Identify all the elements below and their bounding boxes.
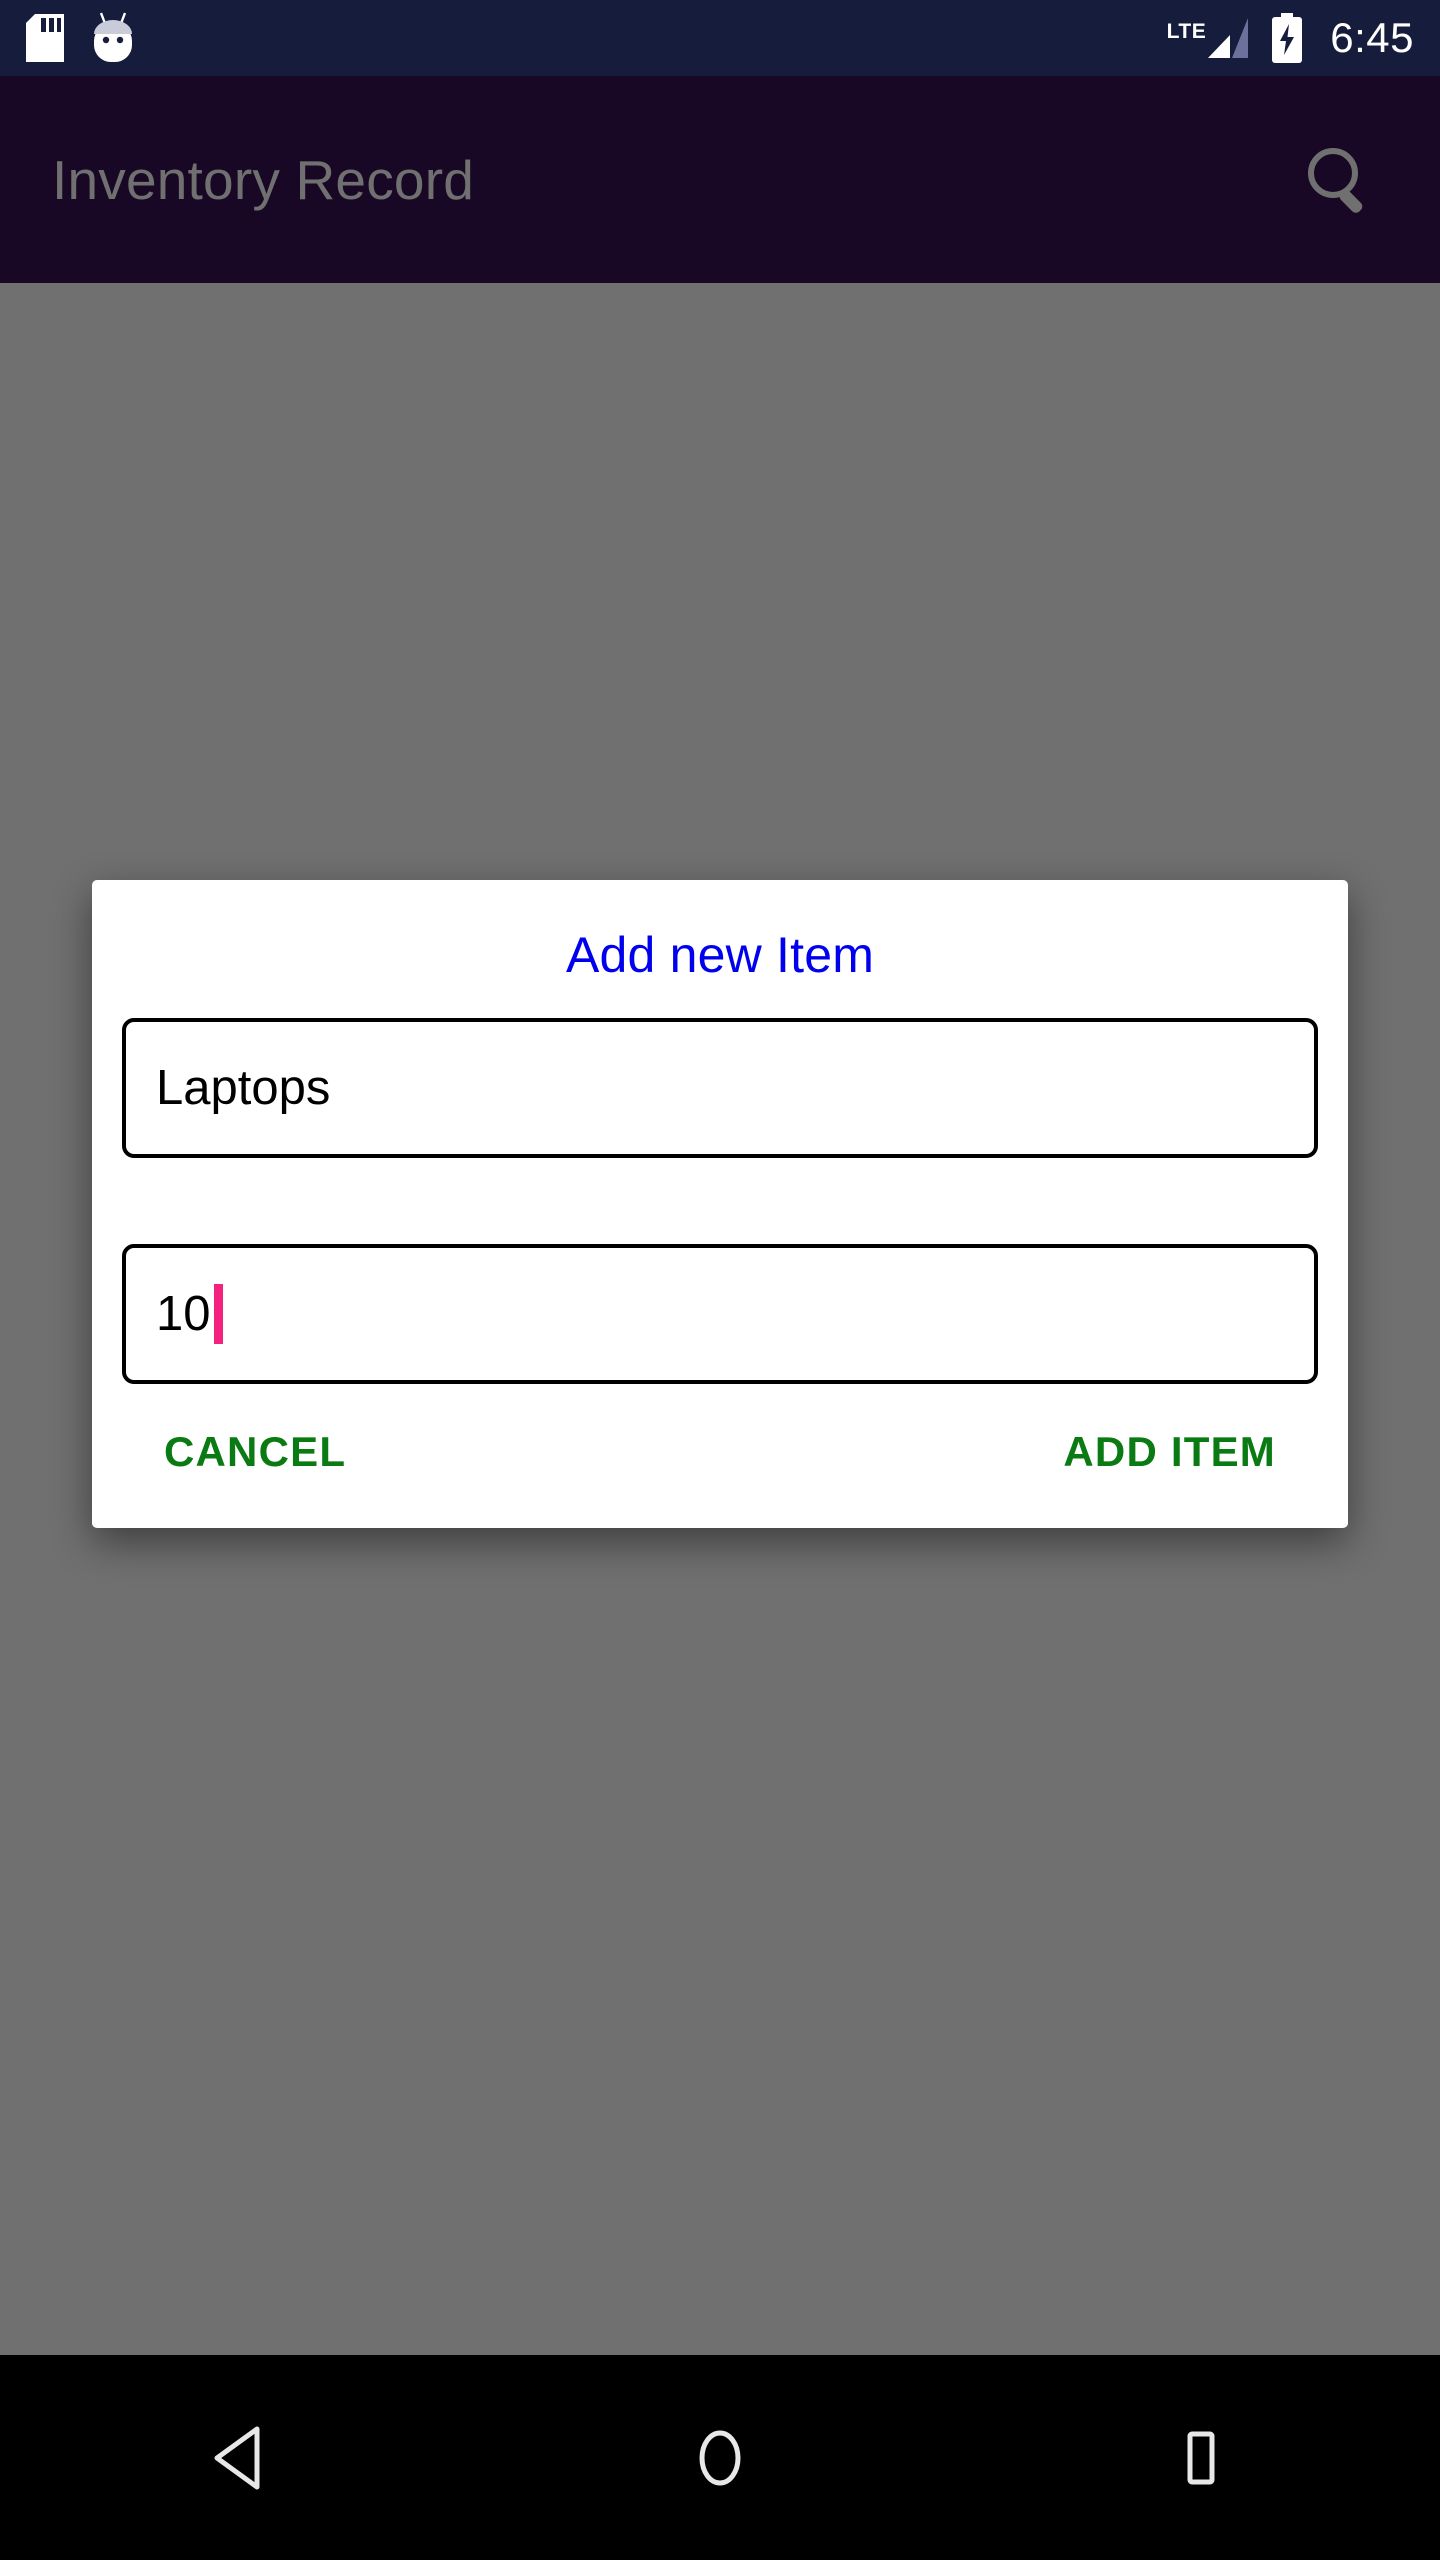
cancel-button[interactable]: CANCEL	[164, 1428, 346, 1476]
item-name-field[interactable]: Laptops	[122, 1018, 1318, 1158]
status-bar-clock: 6:45	[1330, 14, 1414, 61]
dialog-title: Add new Item	[565, 927, 875, 983]
home-circle-icon	[689, 2425, 751, 2491]
add-item-dialog: Add new Item Laptops 10 CANCEL ADD ITEM	[92, 880, 1348, 1528]
item-quantity-field[interactable]: 10	[122, 1244, 1318, 1384]
status-bar-right-icons: LTE 6:45	[1167, 13, 1414, 63]
search-button[interactable]	[1292, 132, 1388, 228]
sdcard-icon	[26, 14, 64, 62]
status-bar: LTE 6:45	[0, 0, 1440, 76]
item-quantity-value: 10	[156, 1286, 211, 1341]
navigation-bar	[0, 2355, 1440, 2560]
bugdroid-icon	[90, 12, 136, 64]
item-name-value: Laptops	[156, 1060, 331, 1115]
battery-charging-icon	[1270, 13, 1304, 63]
page-title: Inventory Record	[52, 148, 475, 211]
home-button[interactable]	[645, 2383, 795, 2533]
text-cursor	[213, 1284, 223, 1344]
search-icon	[1302, 142, 1378, 218]
dialog-actions: CANCEL ADD ITEM	[122, 1384, 1318, 1528]
add-item-button[interactable]: ADD ITEM	[1063, 1428, 1276, 1476]
recents-button[interactable]	[1125, 2383, 1275, 2533]
back-triangle-icon	[209, 2425, 271, 2491]
app-bar: Inventory Record	[0, 76, 1440, 283]
phone-screen: LTE 6:45 Inventory Record Add new Item L…	[0, 0, 1440, 2560]
recents-square-icon	[1173, 2429, 1227, 2487]
lte-signal-icon: LTE	[1167, 18, 1249, 58]
lte-label: LTE	[1166, 20, 1207, 43]
back-button[interactable]	[165, 2383, 315, 2533]
status-bar-left-icons	[26, 12, 136, 64]
